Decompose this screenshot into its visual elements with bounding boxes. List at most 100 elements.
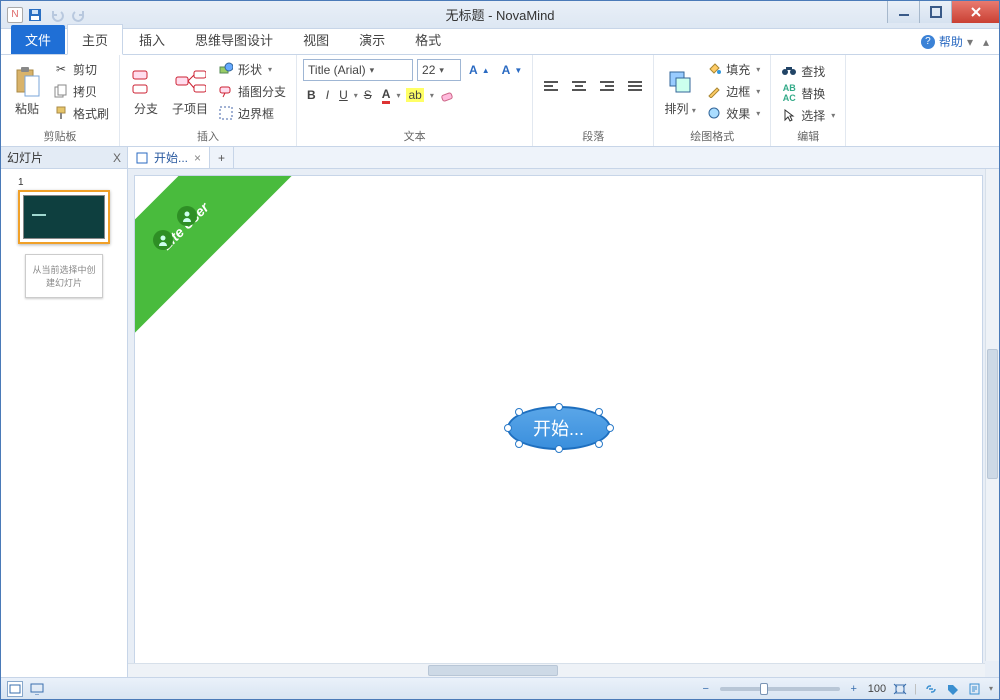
group-drawing: 排列 ▾ 填充▾ 边框▾ 效果▾ 绘图格式 (654, 55, 771, 146)
chevron-down-icon: ▾ (370, 65, 375, 76)
tab-view[interactable]: 视图 (289, 25, 343, 54)
font-name-combo[interactable]: Title (Arial)▾ (303, 59, 413, 81)
work-area: 1 从当前选择中创建幻灯片 Lite User 开始... (1, 169, 999, 677)
align-left-button[interactable] (539, 77, 563, 97)
callout-button[interactable]: 插图分支 (214, 81, 290, 101)
zoom-out-button[interactable]: − (698, 681, 714, 697)
find-button[interactable]: 查找 (777, 61, 839, 81)
zoom-value: 100 (868, 683, 886, 695)
status-bar: − + 100 | ▾ (1, 677, 999, 699)
bold-button[interactable]: B (303, 85, 320, 105)
tag-icon[interactable] (945, 681, 961, 697)
align-center-button[interactable] (567, 77, 591, 97)
resize-handle[interactable] (606, 424, 614, 432)
undo-button[interactable] (47, 5, 67, 25)
close-tab-button[interactable]: × (194, 151, 201, 165)
italic-button[interactable]: I (322, 85, 333, 105)
view-present-button[interactable] (29, 681, 45, 697)
select-button[interactable]: 选择▾ (777, 105, 839, 125)
help-icon: ? (921, 35, 935, 49)
strike-button[interactable]: S (360, 85, 376, 105)
group-paragraph: 段落 (533, 55, 654, 146)
font-size-combo[interactable]: 22▾ (417, 59, 461, 81)
close-panel-button[interactable]: X (113, 151, 121, 165)
close-button[interactable] (951, 1, 999, 23)
align-right-button[interactable] (595, 77, 619, 97)
tab-insert[interactable]: 插入 (125, 25, 179, 54)
resize-handle[interactable] (595, 440, 603, 448)
bucket-icon (706, 61, 722, 77)
tab-file[interactable]: 文件 (11, 25, 65, 54)
group-label-drawing: 绘图格式 (660, 126, 764, 146)
scrollbar-thumb[interactable] (428, 665, 558, 676)
outline-button[interactable]: 边框▾ (702, 81, 764, 101)
new-slide-hint[interactable]: 从当前选择中创建幻灯片 (25, 254, 103, 298)
replace-button[interactable]: ABAC替换 (777, 83, 839, 103)
resize-handle[interactable] (595, 408, 603, 416)
horizontal-scrollbar[interactable] (128, 663, 985, 677)
shrink-font-button[interactable]: A▼ (498, 60, 527, 80)
tab-present[interactable]: 演示 (345, 25, 399, 54)
resize-handle[interactable] (515, 408, 523, 416)
maximize-button[interactable] (919, 1, 951, 23)
note-icon[interactable] (967, 681, 983, 697)
canvas-viewport: Lite User 开始... (128, 169, 999, 677)
group-insert: 分支 子项目 形状▾ 插图分支 边界框 插入 (120, 55, 297, 146)
new-tab-button[interactable]: + (210, 147, 234, 168)
root-node[interactable]: 开始... (507, 406, 611, 450)
slides-panel: 1 从当前选择中创建幻灯片 (1, 169, 128, 677)
shape-button[interactable]: 形状▾ (214, 59, 290, 79)
tab-design[interactable]: 思维导图设计 (181, 25, 287, 54)
callout-icon (218, 83, 234, 99)
resize-handle[interactable] (504, 424, 512, 432)
paste-button[interactable]: 粘贴 (7, 64, 47, 119)
highlight-button[interactable]: ab (402, 85, 427, 105)
document-tab[interactable]: 开始... × (128, 147, 210, 168)
slide-number: 1 (18, 177, 110, 188)
tab-format[interactable]: 格式 (401, 25, 455, 54)
chevron-down-icon: ▾ (439, 65, 444, 76)
zoom-slider[interactable] (720, 687, 840, 691)
slide-thumb-1[interactable]: 1 (18, 177, 110, 244)
canvas[interactable]: Lite User 开始... (134, 175, 983, 669)
link-icon[interactable] (923, 681, 939, 697)
minimize-ribbon-icon[interactable]: ▴ (983, 35, 989, 49)
zoom-knob[interactable] (760, 683, 768, 695)
clear-format-button[interactable] (436, 85, 458, 105)
effects-button[interactable]: 效果▾ (702, 103, 764, 123)
resize-handle[interactable] (515, 440, 523, 448)
chevron-down-icon: ▾ (430, 91, 434, 100)
scrollbar-thumb[interactable] (987, 349, 998, 479)
resize-handle[interactable] (555, 403, 563, 411)
group-label-editing: 编辑 (777, 126, 839, 146)
copy-icon (53, 83, 69, 99)
help-button[interactable]: ? 帮助 ▾ ▴ (921, 33, 989, 50)
align-justify-button[interactable] (623, 77, 647, 97)
grow-font-button[interactable]: A▲ (465, 60, 494, 80)
resize-handle[interactable] (555, 445, 563, 453)
child-button[interactable]: 子项目 (168, 64, 212, 119)
tab-home[interactable]: 主页 (67, 24, 123, 55)
fit-page-button[interactable] (892, 681, 908, 697)
shape-icon (218, 61, 234, 77)
minimize-button[interactable] (887, 1, 919, 23)
paste-label: 粘贴 (15, 100, 39, 117)
chevron-down-icon: ▾ (268, 65, 272, 74)
view-normal-button[interactable] (7, 681, 23, 697)
copy-button[interactable]: 拷贝 (49, 81, 113, 101)
border-button[interactable]: 边界框 (214, 103, 290, 123)
zoom-in-button[interactable]: + (846, 681, 862, 697)
scissors-icon: ✂ (53, 61, 69, 77)
arrange-button[interactable]: 排列 ▾ (660, 64, 700, 119)
cut-button[interactable]: ✂剪切 (49, 59, 113, 79)
replace-icon: ABAC (781, 85, 797, 101)
subtopic-button[interactable]: 分支 (126, 64, 166, 119)
format-painter-button[interactable]: 格式刷 (49, 103, 113, 123)
fill-button[interactable]: 填充▾ (702, 59, 764, 79)
vertical-scrollbar[interactable] (985, 169, 999, 661)
redo-button[interactable] (69, 5, 89, 25)
save-button[interactable] (25, 5, 45, 25)
chevron-down-icon: ▾ (756, 87, 760, 96)
underline-button[interactable]: U (335, 85, 352, 105)
font-color-button[interactable]: A (378, 85, 395, 105)
